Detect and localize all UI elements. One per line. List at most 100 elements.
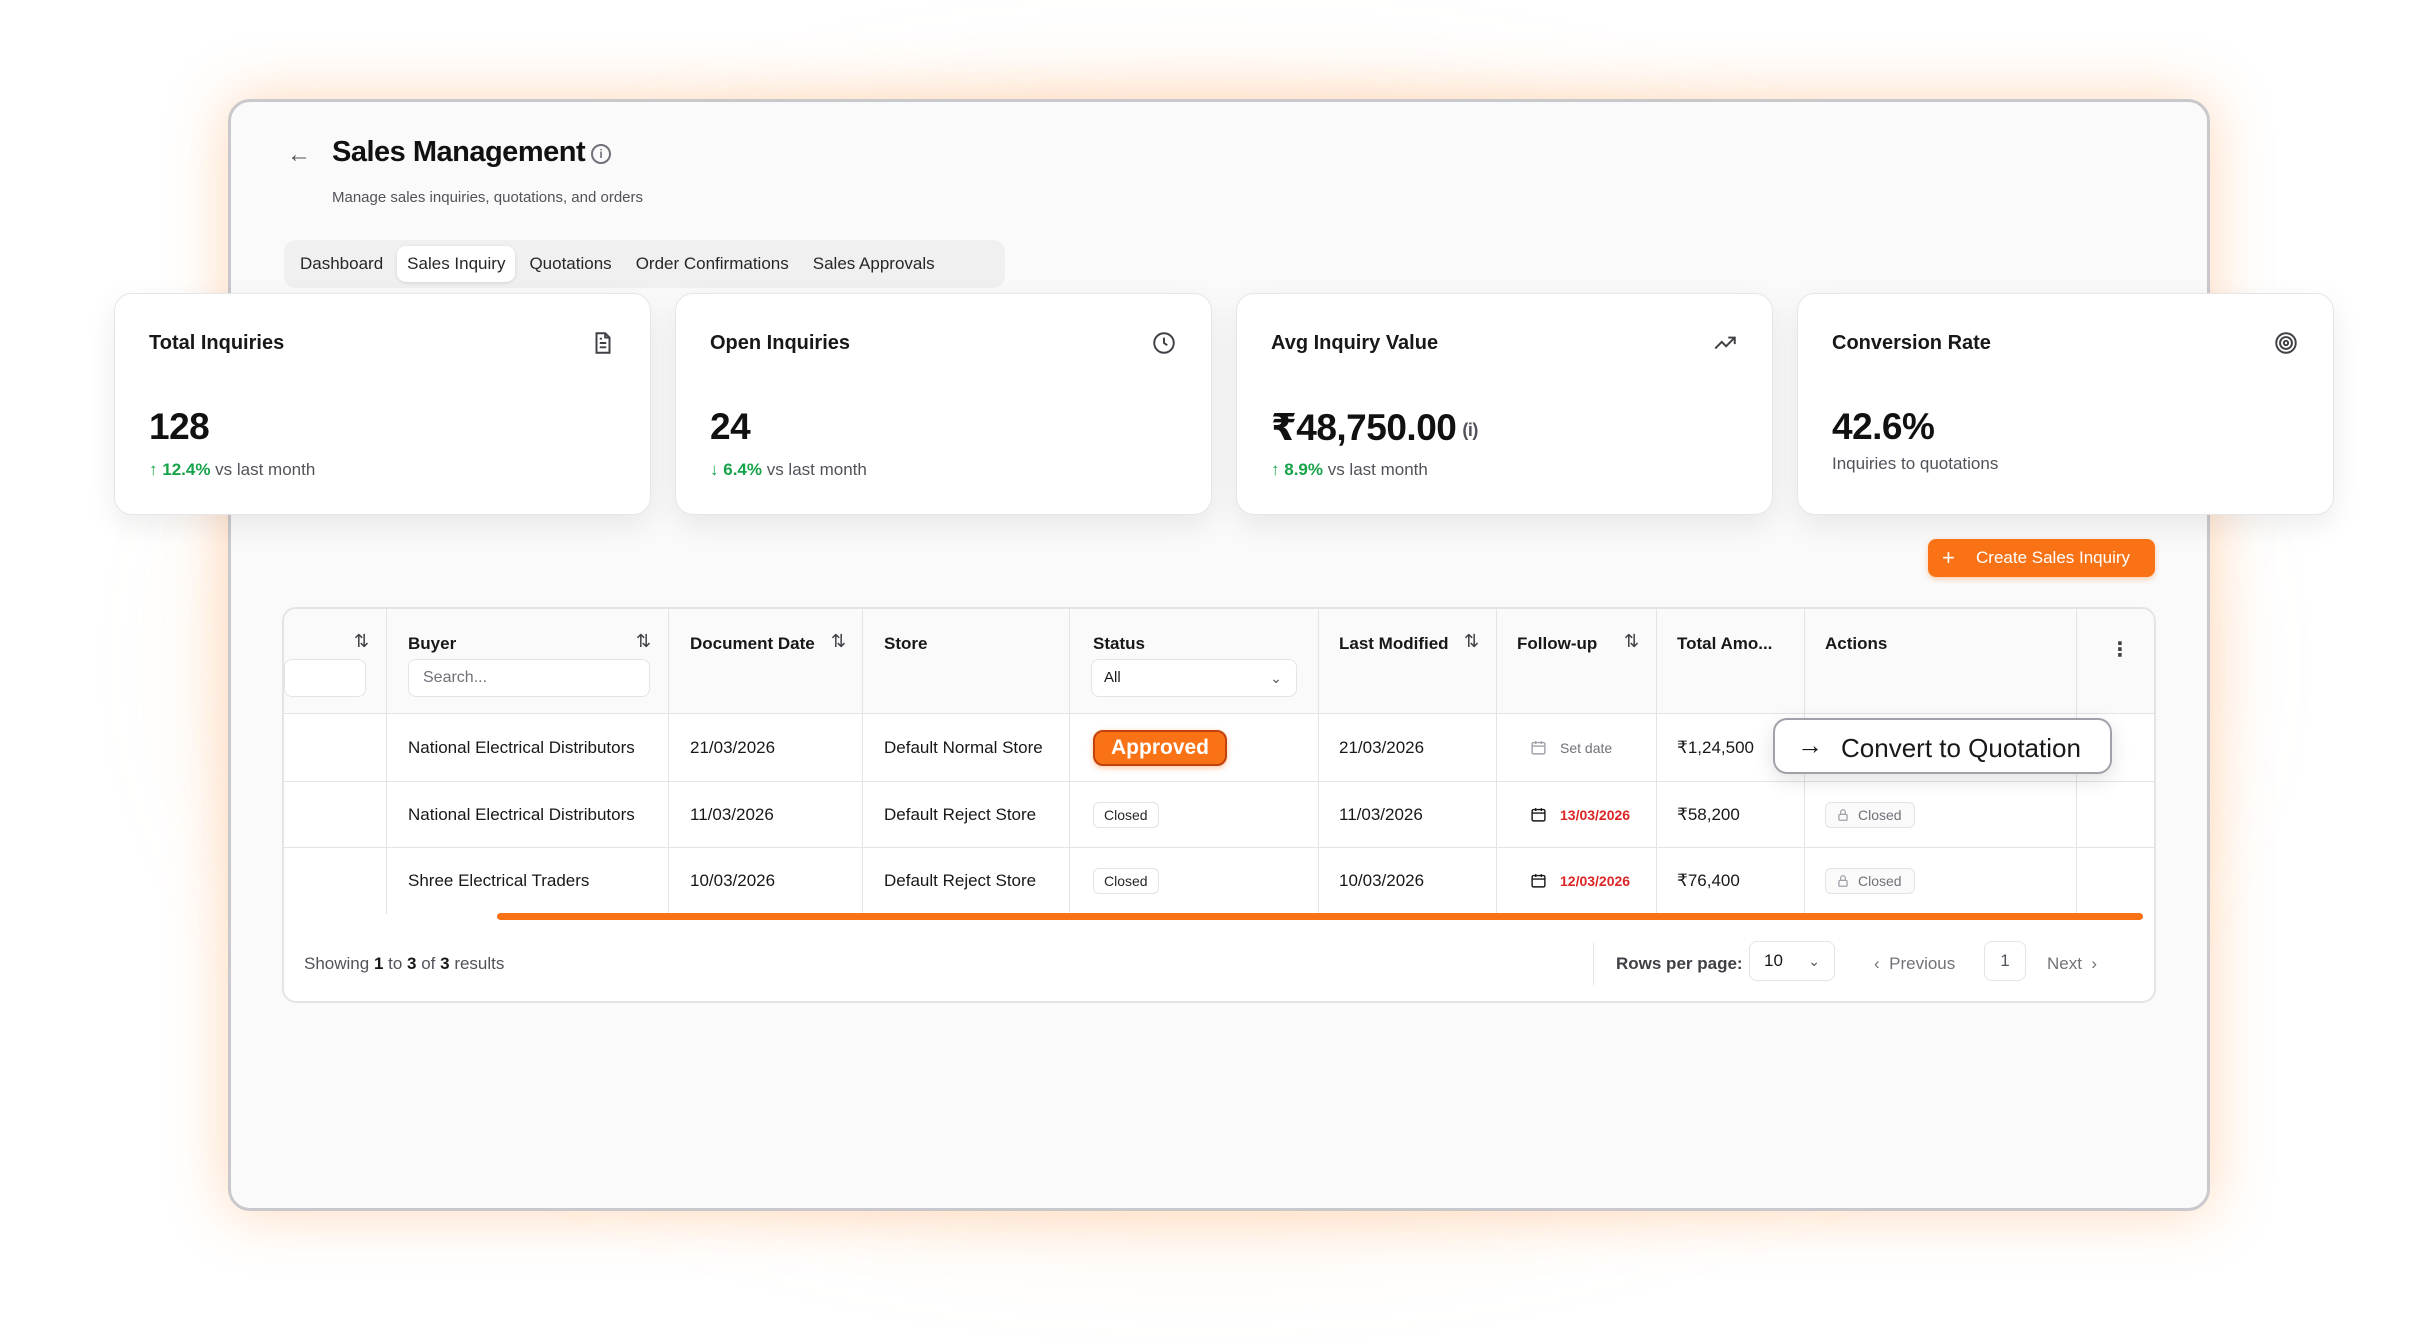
stat-trend: ↑ 8.9% vs last month bbox=[1271, 460, 1428, 480]
plus-icon: + bbox=[1942, 545, 1955, 570]
convert-button-label: Convert to Quotation bbox=[1841, 733, 2081, 763]
create-sales-inquiry-button[interactable]: + Create Sales Inquiry bbox=[1928, 539, 2155, 577]
trend-up-arrow-icon: ↑ bbox=[149, 460, 158, 479]
column-header-store[interactable]: Store bbox=[884, 634, 927, 654]
tab-sales-approvals[interactable]: Sales Approvals bbox=[803, 246, 945, 282]
status-badge-approved: Approved bbox=[1093, 730, 1228, 766]
stat-trend: ↑ 12.4% vs last month bbox=[149, 460, 315, 480]
total-amount-cell: ₹1,24,500 bbox=[1677, 738, 1754, 757]
last-modified-cell: 10/03/2026 bbox=[1339, 871, 1425, 890]
calendar-icon[interactable] bbox=[1530, 739, 1547, 756]
tab-dashboard[interactable]: Dashboard bbox=[290, 246, 393, 282]
column-header-buyer[interactable]: Buyer bbox=[408, 634, 456, 654]
horizontal-scrollbar[interactable] bbox=[497, 913, 2143, 920]
status-badge-closed: Closed bbox=[1093, 802, 1159, 828]
page-title: Sales Management bbox=[332, 136, 586, 168]
stat-card-total-inquiries: Total Inquiries 128 ↑ 12.4% vs last mont… bbox=[114, 293, 651, 515]
table-footer: Showing 1 to 3 of 3 results Rows per pag… bbox=[282, 925, 2156, 1003]
store-cell: Default Reject Store bbox=[884, 871, 1037, 890]
tab-order-confirmations[interactable]: Order Confirmations bbox=[626, 246, 799, 282]
calendar-icon[interactable] bbox=[1530, 872, 1547, 889]
clock-icon bbox=[1153, 332, 1175, 354]
column-header-last-modified[interactable]: Last Modified bbox=[1339, 634, 1449, 654]
back-arrow-icon[interactable]: ← bbox=[286, 142, 312, 168]
trend-text: vs last month bbox=[210, 460, 316, 479]
follow-up-set-date[interactable]: Set date bbox=[1560, 740, 1612, 756]
next-page-button[interactable]: Next › bbox=[2047, 954, 2097, 974]
stat-trend: ↓ 6.4% vs last month bbox=[710, 460, 867, 480]
sort-icon[interactable]: ⇅ bbox=[1464, 631, 1479, 652]
arrow-right-icon: → bbox=[1797, 730, 1823, 760]
total-amount-cell: ₹76,400 bbox=[1677, 871, 1740, 890]
tab-sales-inquiry[interactable]: Sales Inquiry bbox=[397, 246, 516, 282]
sort-icon[interactable]: ⇅ bbox=[1624, 631, 1639, 652]
document-date-cell: 21/03/2026 bbox=[690, 738, 776, 757]
last-modified-cell: 21/03/2026 bbox=[1339, 738, 1425, 757]
previous-page-button[interactable]: ‹ Previous bbox=[1874, 954, 1955, 974]
sort-icon[interactable]: ⇅ bbox=[831, 631, 846, 652]
store-cell: Default Reject Store bbox=[884, 805, 1037, 824]
summary-text: to bbox=[383, 954, 408, 973]
status-badge-closed: Closed bbox=[1093, 868, 1159, 894]
stat-value-text: ₹48,750.00 bbox=[1271, 407, 1457, 448]
next-label: Next bbox=[2047, 954, 2082, 973]
rows-per-page-select[interactable]: 10 ⌄ bbox=[1749, 941, 1835, 981]
document-date-cell: 10/03/2026 bbox=[690, 871, 776, 890]
sort-icon[interactable]: ⇅ bbox=[636, 631, 651, 652]
closed-action-label: Closed bbox=[1858, 873, 1902, 889]
closed-action-badge: Closed bbox=[1825, 802, 1915, 828]
stat-card-avg-inquiry-value: Avg Inquiry Value ₹48,750.00 (i) ↑ 8.9% v… bbox=[1236, 293, 1773, 515]
page-number-button[interactable]: 1 bbox=[1984, 941, 2026, 981]
tab-quotations[interactable]: Quotations bbox=[519, 246, 621, 282]
calendar-icon[interactable] bbox=[1530, 806, 1547, 823]
stat-card-conversion-rate: Conversion Rate 42.6% Inquiries to quota… bbox=[1797, 293, 2334, 515]
buyer-cell: Shree Electrical Traders bbox=[408, 871, 590, 890]
store-cell: Default Normal Store bbox=[884, 738, 1043, 757]
chevron-right-icon: › bbox=[2091, 954, 2098, 973]
info-icon[interactable]: i bbox=[591, 144, 611, 164]
chevron-down-icon: ⌄ bbox=[1808, 953, 1820, 969]
status-filter-value: All bbox=[1104, 669, 1121, 686]
rows-per-page-value: 10 bbox=[1764, 951, 1783, 970]
rows-per-page-label: Rows per page: bbox=[1616, 954, 1743, 973]
document-date-cell: 11/03/2026 bbox=[690, 805, 774, 824]
column-filter-input[interactable] bbox=[284, 659, 366, 697]
column-header-document-date[interactable]: Document Date bbox=[690, 634, 815, 654]
stat-note: Inquiries to quotations bbox=[1832, 454, 1999, 473]
column-header-total-amount[interactable]: Total Amo... bbox=[1677, 634, 1772, 654]
buyer-search-input[interactable]: Search... bbox=[408, 659, 650, 697]
convert-to-quotation-button[interactable]: → Convert to Quotation bbox=[1773, 718, 2112, 774]
stat-card-open-inquiries: Open Inquiries 24 ↓ 6.4% vs last month bbox=[675, 293, 1212, 515]
column-header-follow-up[interactable]: Follow-up bbox=[1517, 634, 1597, 654]
lock-icon bbox=[1838, 809, 1848, 821]
buyer-cell: National Electrical Distributors bbox=[408, 738, 635, 757]
trend-value: 6.4% bbox=[723, 460, 762, 479]
column-header-actions: Actions bbox=[1825, 634, 1888, 653]
value-info-icon[interactable]: (i) bbox=[1462, 420, 1478, 440]
trend-down-arrow-icon: ↓ bbox=[710, 460, 719, 479]
stat-title: Conversion Rate bbox=[1832, 332, 1991, 354]
trending-up-icon bbox=[1714, 336, 1736, 350]
closed-action-label: Closed bbox=[1858, 807, 1902, 823]
sort-icon[interactable]: ⇅ bbox=[354, 631, 369, 652]
trend-text: vs last month bbox=[761, 460, 867, 479]
trend-value: 8.9% bbox=[1284, 460, 1323, 479]
more-options-icon[interactable]: ⋮ bbox=[2110, 637, 2130, 662]
stat-title: Avg Inquiry Value bbox=[1271, 332, 1439, 354]
trend-up-arrow-icon: ↑ bbox=[1271, 460, 1280, 479]
stat-title: Total Inquiries bbox=[149, 332, 285, 354]
stat-value: 128 bbox=[149, 406, 210, 447]
summary-text: results bbox=[449, 954, 505, 973]
last-modified-cell: 11/03/2026 bbox=[1339, 805, 1423, 824]
summary-text: Showing bbox=[304, 954, 374, 973]
summary-to: 3 bbox=[407, 954, 417, 973]
tab-bar: Dashboard Sales Inquiry Quotations Order… bbox=[284, 240, 1005, 288]
follow-up-date-overdue[interactable]: 12/03/2026 bbox=[1560, 873, 1630, 889]
stat-title: Open Inquiries bbox=[710, 332, 851, 354]
column-header-status[interactable]: Status bbox=[1093, 634, 1145, 654]
follow-up-date-overdue[interactable]: 13/03/2026 bbox=[1560, 807, 1630, 823]
status-filter-select[interactable]: All ⌄ bbox=[1091, 659, 1297, 697]
stat-value: 24 bbox=[710, 406, 751, 447]
stat-value: ₹48,750.00 (i) bbox=[1271, 406, 1478, 449]
summary-text: of bbox=[416, 954, 441, 973]
